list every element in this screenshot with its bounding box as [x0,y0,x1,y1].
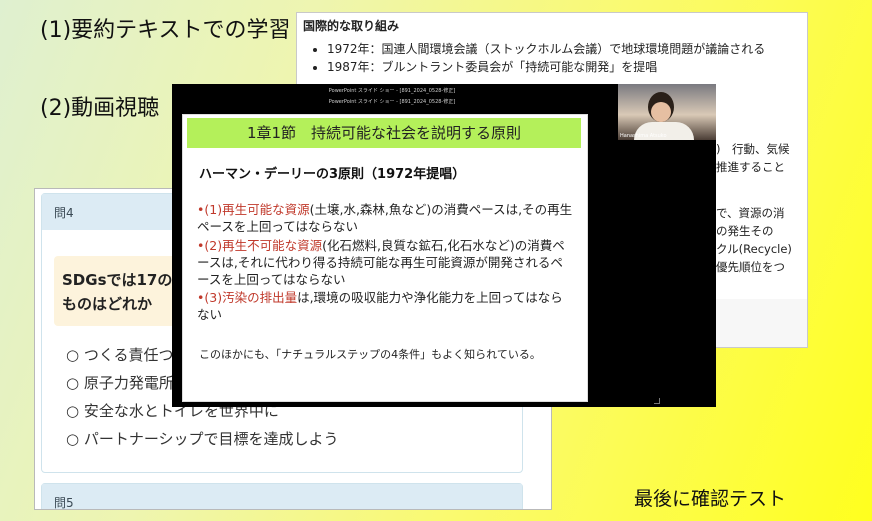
text-fragment: 優先順位をつ [716,260,785,274]
point-highlight: 汚染の排出量 [222,290,298,305]
question-card-5: 問5 [41,483,523,509]
text-fragment: で、資源の消 [716,206,785,220]
text-fragment: クル(Recycle) [716,242,792,256]
point-number: •(1) [197,202,223,217]
window-title: PowerPoint スライド ショー - [891_2024_0528-修正] [328,88,456,94]
slide-subtitle: ハーマン・デーリーの3原則（1972年提唱） [199,167,466,182]
speaker-name: Hanashima Atsuko [620,133,667,139]
point-number: •(2) [197,238,223,253]
question-number: 問5 [42,484,522,509]
point-highlight: 再生可能な資源 [222,202,310,217]
slide: 1章1節 持続可能な社会を説明する原則 ハーマン・デーリーの3原則（1972年提… [182,114,588,402]
point-number: •(3) [197,290,223,305]
speaker-face [651,102,671,122]
point-highlight: 再生不可能な資源 [222,238,323,253]
window-subtitle: PowerPoint スライド ショー - [891_2024_0528-修正] [328,99,456,105]
video-window[interactable]: PowerPoint スライド ショー - [891_2024_0528-修正]… [172,84,716,407]
list-item: 1987年：ブルントラント委員会が「持続可能な開発」を提唱 [327,58,801,76]
slide-point: •(1)再生可能な資源(土壌,水,森林,魚など)の消費ペースは,その再生ペースを… [197,201,575,235]
text-fragment: の発生その [716,224,774,238]
label-test: 最後に確認テスト [634,488,787,510]
answer-option[interactable]: ○ パートナーシップで目標を達成しよう [66,428,339,449]
slide-note: このほかにも、「ナチュラルステップの4条件」もよく知られている。 [199,348,541,361]
label-video: (2)動画視聴 [40,96,160,121]
text-fragment: ) 行動、気候 [716,142,790,156]
speaker-video: Hanashima Atsuko [618,84,716,140]
section-heading: 国際的な取り組み [303,19,400,33]
slide-point: •(3)汚染の排出量は,環境の吸収能力や浄化能力を上回ってはならない [197,289,575,323]
text-fragment: 推進すること [716,160,785,174]
resize-grip-icon[interactable] [654,398,660,404]
label-text-study: (1)要約テキストでの学習 [40,18,291,43]
slide-point: •(2)再生不可能な資源(化石燃料,良質な鉱石,化石水など)の消費ペースは,それ… [197,237,575,288]
slide-title: 1章1節 持続可能な社会を説明する原則 [187,118,581,148]
item-list: 1972年：国連人間環境会議（ストックホルム会議）で地球環境問題が議論される 1… [303,40,801,76]
list-item: 1972年：国連人間環境会議（ストックホルム会議）で地球環境問題が議論される [327,40,801,58]
